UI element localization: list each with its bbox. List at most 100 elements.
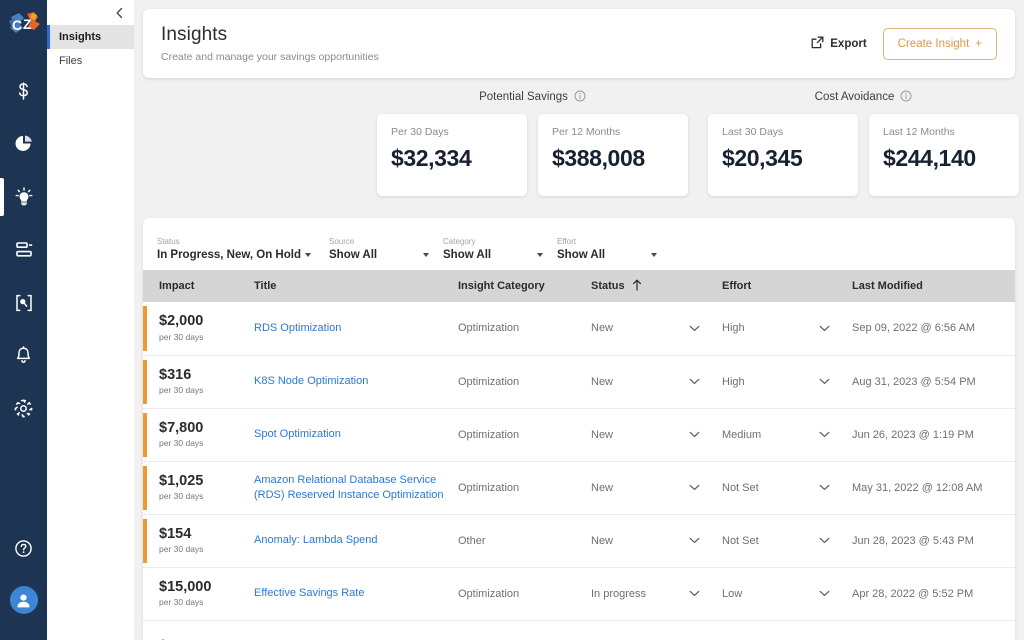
insight-title-link[interactable]: Effective Savings Rate [254,587,364,599]
cell-effort: Low [722,567,852,621]
cell-impact: $154 per 30 days [143,514,254,568]
kpi-group-title: Cost Avoidance [814,91,895,103]
kpi-card[interactable]: Last 12 Months $244,140 [869,114,1019,196]
sidebar-item-label: Files [59,55,83,67]
chevron-down-icon[interactable] [651,253,657,257]
table-header-row: Impact Title Insight Category Status Eff… [143,270,1015,302]
cell-impact: $7,800 per 30 days [143,408,254,462]
chevron-down-icon[interactable] [423,253,429,257]
status-value: In progress [591,587,647,600]
rail-item-help[interactable] [0,522,47,574]
insight-title-link[interactable]: Spot Optimization [254,428,341,440]
icon-rail: C Z [0,0,47,640]
insight-title-link[interactable]: Amazon Relational Database Service (RDS)… [254,474,444,501]
kpi-card[interactable]: Per 30 Days $32,334 [377,114,527,196]
column-header-last-modified[interactable]: Last Modified [852,270,1015,302]
chevron-down-icon[interactable] [689,537,700,544]
rail-item-analytics[interactable] [0,117,47,170]
impact-amount: $316 [159,366,192,383]
info-icon[interactable] [574,90,586,105]
info-icon[interactable] [900,90,912,105]
rail-item-reports[interactable] [0,223,47,276]
filter-value-text: Show All [557,249,606,261]
cell-title: K8S Node Optimization [254,355,458,409]
svg-text:C: C [12,17,22,33]
impact-amount: $154 [159,525,192,542]
filter-label: Status [157,237,180,246]
column-label: Title [254,280,277,292]
filter-status[interactable]: Status In Progress, New, On Hold [157,237,329,261]
chevron-down-icon[interactable] [819,484,830,491]
filter-source[interactable]: Source Show All [329,237,443,261]
gear-icon [14,399,33,418]
table-row[interactable]: $24 [143,620,1015,640]
chevron-left-icon[interactable] [113,5,126,21]
sidebar-item-files[interactable]: Files [47,49,134,73]
filter-effort[interactable]: Effort Show All [557,237,671,261]
sort-ascending-icon[interactable] [632,279,642,294]
cell-effort: High [722,302,852,356]
rail-item-account[interactable] [0,574,47,626]
bar-list-icon [14,241,33,258]
cell-category: Optimization [458,408,591,462]
chevron-down-icon[interactable] [689,484,700,491]
table-row[interactable]: $154 per 30 days Anomaly: Lambda Spend O… [143,514,1015,568]
rail-item-billing[interactable] [0,64,47,117]
impact-period: per 30 days [159,544,204,555]
column-header-title[interactable]: Title [254,270,458,302]
chevron-down-icon[interactable] [689,590,700,597]
column-header-category[interactable]: Insight Category [458,270,591,302]
sidebar-item-insights[interactable]: Insights [47,25,134,49]
column-header-status[interactable]: Status [591,270,722,302]
avatar[interactable] [9,586,38,614]
chevron-down-icon[interactable] [689,431,700,438]
chevron-down-icon[interactable] [819,325,830,332]
insight-title-link[interactable]: RDS Optimization [254,322,341,334]
kpi-card-value: $20,345 [722,145,803,171]
insight-title-link[interactable]: K8S Node Optimization [254,375,368,387]
chevron-down-icon[interactable] [819,378,830,385]
kpi-card[interactable]: Per 12 Months $388,008 [538,114,688,196]
table-row[interactable]: $15,000 per 30 days Effective Savings Ra… [143,567,1015,621]
rail-item-notifications[interactable] [0,329,47,382]
create-insight-button[interactable]: Create Insight + [882,27,997,60]
status-value: New [591,481,614,494]
cell-status: New [591,408,722,462]
chevron-down-icon[interactable] [819,590,830,597]
chevron-down-icon[interactable] [819,431,830,438]
collapse-row [47,0,134,25]
plus-icon: + [975,37,982,50]
chevron-down-icon[interactable] [689,325,700,332]
chevron-down-icon[interactable] [819,537,830,544]
rail-item-insights[interactable] [0,170,47,223]
help-icon [14,539,33,558]
cell-last-modified: Jun 26, 2023 @ 1:19 PM [852,408,1015,462]
column-header-effort[interactable]: Effort [722,270,852,302]
kpi-card-value: $244,140 [883,145,976,171]
export-button[interactable]: Export [811,36,867,52]
kpi-card-label: Per 30 Days [391,126,449,138]
column-header-impact[interactable]: Impact [143,270,254,302]
table-row[interactable]: $1,025 per 30 days Amazon Relational Dat… [143,461,1015,515]
chevron-down-icon[interactable] [537,253,543,257]
chevron-down-icon[interactable] [689,378,700,385]
filter-category[interactable]: Category Show All [443,237,557,261]
billing-icon [16,81,31,100]
kpi-card[interactable]: Last 30 Days $20,345 [708,114,858,196]
cell-impact: $15,000 per 30 days [143,567,254,621]
chevron-down-icon[interactable] [305,253,311,257]
status-value: New [591,375,614,388]
kpi-group-title: Potential Savings [479,91,568,103]
rail-item-explorer[interactable] [0,276,47,329]
impact-amount: $1,025 [159,472,204,489]
table-row[interactable]: $316 per 30 days K8S Node Optimization O… [143,355,1015,409]
page-header-actions: Export Create Insight + [811,27,997,60]
app-logo[interactable]: C Z [0,0,47,52]
cell-category [458,620,591,640]
cell-impact: $24 [143,620,254,640]
table-row[interactable]: $2,000 per 30 days RDS Optimization Opti… [143,302,1015,356]
table-row[interactable]: $7,800 per 30 days Spot Optimization Opt… [143,408,1015,462]
rail-item-settings[interactable] [0,382,47,435]
effort-value: Low [722,587,743,600]
insight-title-link[interactable]: Anomaly: Lambda Spend [254,534,378,546]
